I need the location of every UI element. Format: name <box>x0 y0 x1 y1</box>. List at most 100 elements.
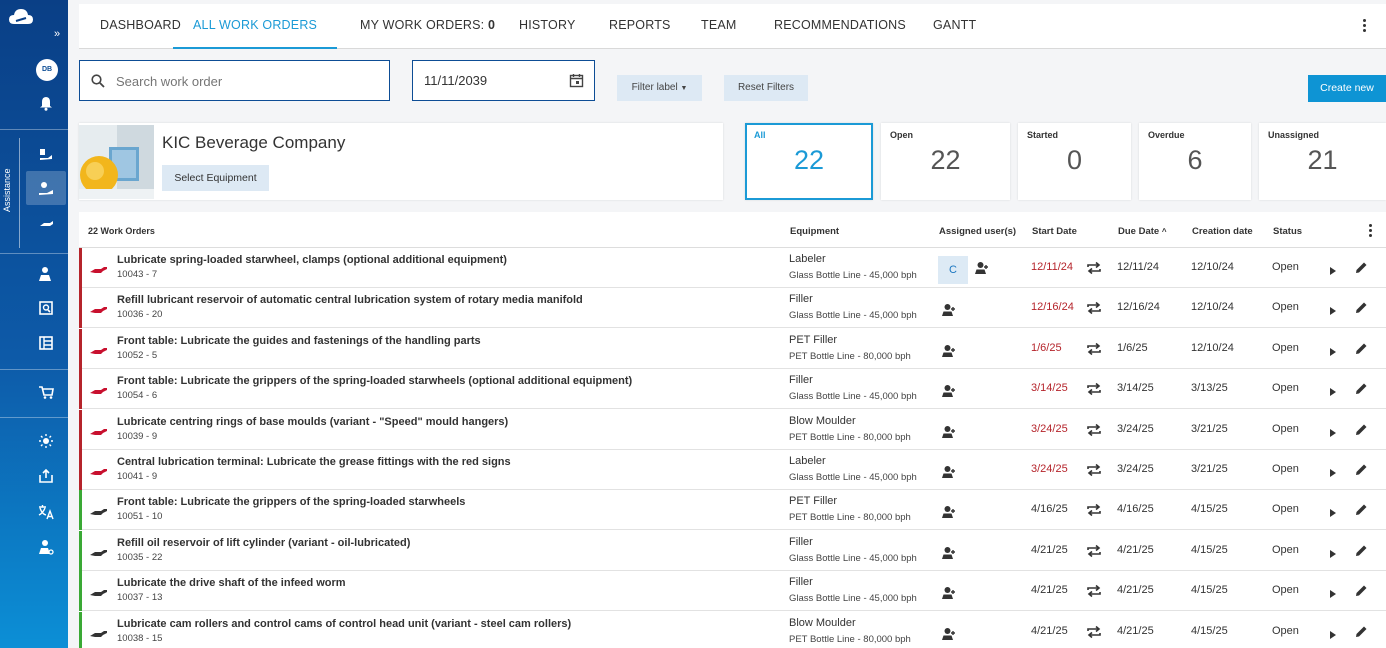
stat-card-started[interactable]: Started 0 <box>1018 123 1131 200</box>
assign-user-icon[interactable] <box>975 261 989 275</box>
edit-pencil-icon[interactable] <box>1355 584 1368 597</box>
calendar-icon[interactable] <box>569 73 584 88</box>
column-status[interactable]: Status <box>1273 226 1302 237</box>
assignee-badge[interactable]: C <box>938 256 968 284</box>
work-order-title[interactable]: Lubricate the drive shaft of the infeed … <box>117 577 346 589</box>
search-input[interactable] <box>116 71 376 91</box>
work-order-title[interactable]: Refill oil reservoir of lift cylinder (v… <box>117 537 410 549</box>
assign-user-icon[interactable] <box>942 384 956 398</box>
column-creation-date[interactable]: Creation date <box>1192 226 1253 237</box>
top-tab-bar: DASHBOARD ALL WORK ORDERS MY WORK ORDERS… <box>79 4 1386 49</box>
assign-user-icon[interactable] <box>942 505 956 519</box>
table-row[interactable]: Lubricate centring rings of base moulds … <box>79 409 1386 450</box>
assign-user-icon[interactable] <box>942 586 956 600</box>
tab-reports[interactable]: REPORTS <box>609 4 671 49</box>
start-work-order-icon[interactable] <box>1329 384 1337 397</box>
edit-pencil-icon[interactable] <box>1355 423 1368 436</box>
start-work-order-icon[interactable] <box>1329 465 1337 477</box>
date-picker[interactable]: 11/11/2039 <box>412 60 595 101</box>
table-row[interactable]: Front table: Lubricate the grippers of t… <box>79 369 1386 410</box>
table-row[interactable]: Lubricate cam rollers and control cams o… <box>79 611 1386 648</box>
edit-pencil-icon[interactable] <box>1355 301 1368 314</box>
start-date: 12/16/24 <box>1031 301 1074 314</box>
tab-dashboard[interactable]: DASHBOARD <box>100 4 181 49</box>
work-order-title[interactable]: Front table: Lubricate the grippers of t… <box>117 496 465 508</box>
bell-icon[interactable] <box>38 95 54 111</box>
assign-user-icon[interactable] <box>942 425 956 439</box>
table-row[interactable]: Front table: Lubricate the grippers of t… <box>79 490 1386 531</box>
create-new-button[interactable]: Create new <box>1308 75 1386 102</box>
assign-user-icon[interactable] <box>942 627 956 641</box>
edit-pencil-icon[interactable] <box>1355 544 1368 557</box>
translate-icon[interactable] <box>36 502 56 522</box>
stat-card-unassigned[interactable]: Unassigned 21 <box>1259 123 1386 200</box>
search-box <box>79 60 390 101</box>
assign-user-icon[interactable] <box>942 303 956 317</box>
tab-recommendations[interactable]: RECOMMENDATIONS <box>774 4 906 49</box>
hand-tool-icon[interactable] <box>36 144 56 164</box>
user-gear-icon[interactable] <box>36 537 56 557</box>
column-due-date[interactable]: Due Date ^ <box>1118 226 1167 237</box>
cart-icon[interactable] <box>36 382 56 402</box>
start-work-order-icon[interactable] <box>1329 263 1337 275</box>
work-order-title[interactable]: Lubricate centring rings of base moulds … <box>117 416 508 428</box>
work-order-title[interactable]: Central lubrication terminal: Lubricate … <box>117 456 511 468</box>
stat-card-all[interactable]: All 22 <box>745 123 873 200</box>
tab-history[interactable]: HISTORY <box>519 4 576 49</box>
column-assigned-users[interactable]: Assigned user(s) <box>939 226 1016 237</box>
edit-pencil-icon[interactable] <box>1355 625 1368 638</box>
table-row[interactable]: Lubricate spring-loaded starwheel, clamp… <box>79 248 1386 288</box>
start-work-order-icon[interactable] <box>1329 344 1337 356</box>
work-order-title[interactable]: Refill lubricant reservoir of automatic … <box>117 294 583 306</box>
edit-pencil-icon[interactable] <box>1355 261 1368 274</box>
table-row[interactable]: Refill lubricant reservoir of automatic … <box>79 288 1386 329</box>
start-work-order-icon[interactable] <box>1329 627 1337 639</box>
column-equipment[interactable]: Equipment <box>790 226 839 237</box>
column-start-date[interactable]: Start Date <box>1032 226 1077 237</box>
start-work-order-icon[interactable] <box>1329 586 1337 599</box>
upload-icon[interactable] <box>36 466 56 486</box>
start-work-order-icon[interactable] <box>1329 505 1337 518</box>
work-order-title[interactable]: Lubricate cam rollers and control cams o… <box>117 618 571 630</box>
lubrication-icon <box>90 505 107 516</box>
start-work-order-icon[interactable] <box>1329 425 1337 437</box>
work-order-title[interactable]: Front table: Lubricate the grippers of t… <box>117 375 632 387</box>
tab-all-work-orders[interactable]: ALL WORK ORDERS <box>173 4 338 49</box>
stat-card-overdue[interactable]: Overdue 6 <box>1139 123 1251 200</box>
tab-team[interactable]: TEAM <box>701 4 737 49</box>
table-row[interactable]: Refill oil reservoir of lift cylinder (v… <box>79 530 1386 571</box>
avatar[interactable]: DB <box>36 59 58 81</box>
tab-my-work-orders[interactable]: MY WORK ORDERS: 0 <box>360 4 495 49</box>
document-search-icon[interactable] <box>36 298 56 318</box>
table-options-icon[interactable] <box>1368 224 1372 237</box>
expand-sidebar-icon[interactable]: » <box>54 28 60 40</box>
creation-date: 12/10/24 <box>1191 261 1234 273</box>
stat-card-open[interactable]: Open 22 <box>881 123 1010 200</box>
assign-user-icon[interactable] <box>942 546 956 560</box>
sun-settings-icon[interactable] <box>36 431 56 451</box>
assign-user-icon[interactable] <box>942 465 956 479</box>
table-row[interactable]: Central lubrication terminal: Lubricate … <box>79 450 1386 490</box>
assign-user-icon[interactable] <box>942 344 956 358</box>
edit-pencil-icon[interactable] <box>1355 382 1368 395</box>
reset-filters-button[interactable]: Reset Filters <box>724 75 808 101</box>
more-options-icon[interactable] <box>1362 19 1366 32</box>
work-order-title[interactable]: Lubricate spring-loaded starwheel, clamp… <box>117 254 507 266</box>
lubrication-icon[interactable] <box>36 214 56 234</box>
edit-pencil-icon[interactable] <box>1355 463 1368 476</box>
filter-label-button[interactable]: Filter label ▼ <box>617 75 702 101</box>
edit-pencil-icon[interactable] <box>1355 342 1368 355</box>
cloud-logo-icon[interactable] <box>8 6 34 28</box>
tab-gantt[interactable]: GANTT <box>933 4 976 49</box>
table-row[interactable]: Lubricate the drive shaft of the infeed … <box>79 571 1386 612</box>
table-row[interactable]: Front table: Lubricate the guides and fa… <box>79 328 1386 369</box>
layout-icon[interactable] <box>36 333 56 353</box>
sort-ascending-icon: ^ <box>1161 227 1167 236</box>
select-equipment-button[interactable]: Select Equipment <box>162 165 269 191</box>
edit-pencil-icon[interactable] <box>1355 503 1368 516</box>
start-work-order-icon[interactable] <box>1329 303 1337 316</box>
maintenance-hand-icon[interactable] <box>36 178 56 198</box>
work-order-title[interactable]: Front table: Lubricate the guides and fa… <box>117 335 481 347</box>
start-work-order-icon[interactable] <box>1329 546 1337 558</box>
person-task-icon[interactable] <box>36 264 56 284</box>
